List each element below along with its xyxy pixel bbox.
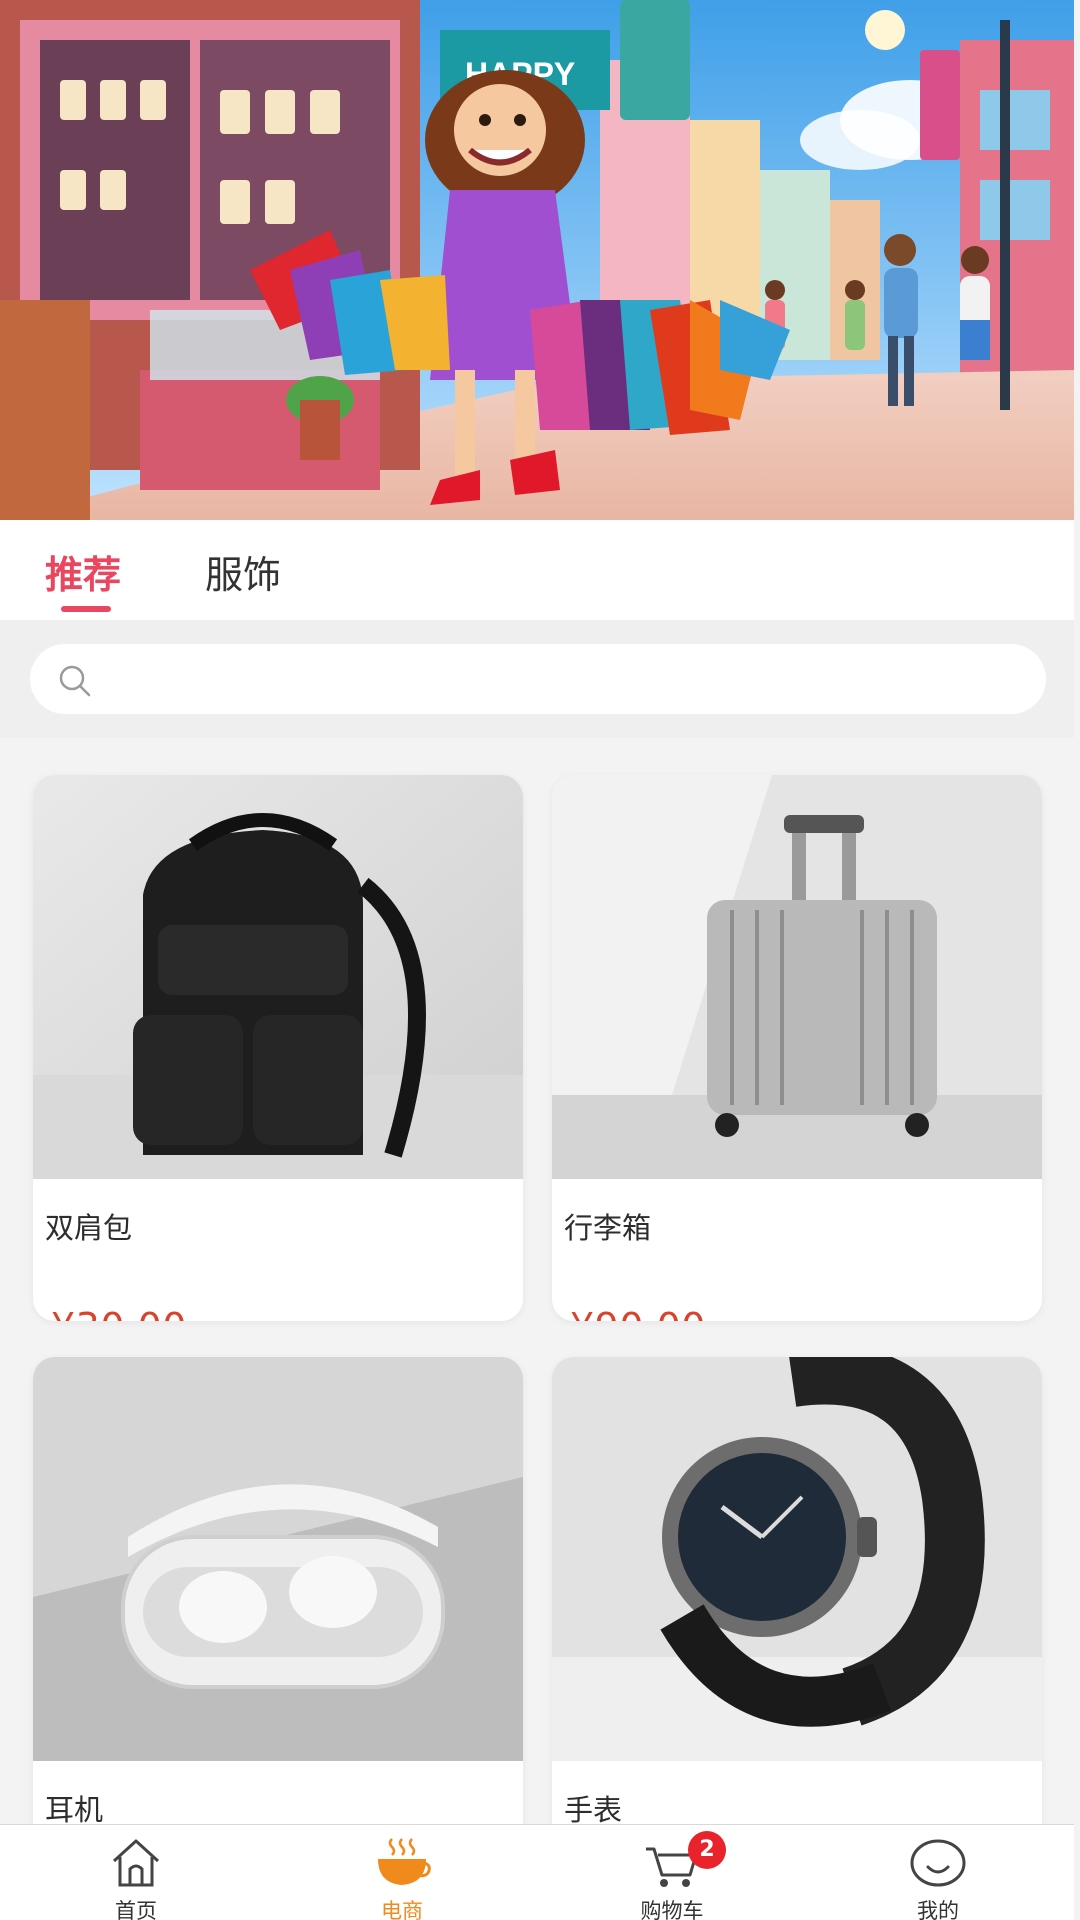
- search-box[interactable]: [30, 644, 1046, 714]
- active-tab-indicator: [61, 606, 111, 612]
- search-bar-area: [0, 620, 1074, 738]
- nav-label-home: 首页: [115, 1899, 157, 1920]
- nav-item-cart[interactable]: 2 购物车: [592, 1825, 752, 1920]
- product-name: 手表: [564, 1793, 623, 1827]
- tab-apparel-label: 服饰: [205, 553, 282, 597]
- product-name: 双肩包: [45, 1211, 133, 1245]
- tab-apparel[interactable]: 服饰: [205, 520, 281, 620]
- hero-banner[interactable]: HAPPY: [0, 0, 1074, 520]
- product-image-backpack: [33, 775, 523, 1179]
- nav-item-profile[interactable]: 我的: [858, 1825, 1018, 1920]
- tab-recommended-label: 推荐: [45, 553, 122, 597]
- coffee-cup-icon: [378, 1838, 431, 1885]
- product-card-earbuds[interactable]: 耳机: [33, 1357, 523, 1903]
- nav-item-home[interactable]: 首页: [56, 1825, 216, 1920]
- tab-recommended[interactable]: 推荐: [45, 520, 121, 620]
- product-name: 行李箱: [564, 1211, 652, 1245]
- nav-label-cart: 购物车: [640, 1899, 704, 1920]
- product-image-earbuds: [33, 1357, 523, 1761]
- nav-label-profile: 我的: [917, 1899, 959, 1920]
- home-icon: [112, 1839, 160, 1887]
- cart-badge: 2: [688, 1831, 726, 1869]
- nav-label-ecommerce: 电商: [381, 1899, 423, 1920]
- product-card-backpack[interactable]: 双肩包 ¥30.00: [33, 775, 523, 1321]
- bottom-navigation: 首页 电商 2 购物车 我的: [0, 1824, 1074, 1920]
- product-card-suitcase[interactable]: 行李箱 ¥90.00: [552, 775, 1042, 1321]
- product-price: ¥90.00: [570, 1305, 706, 1321]
- product-name: 耳机: [45, 1793, 104, 1827]
- product-card-watch[interactable]: 手表: [552, 1357, 1042, 1903]
- profile-smile-icon: [910, 1839, 966, 1887]
- nav-item-ecommerce[interactable]: 电商: [322, 1825, 482, 1920]
- search-input[interactable]: [110, 654, 1010, 704]
- search-icon: [59, 665, 91, 697]
- app-page: HAPPY: [0, 0, 1080, 1920]
- product-price: ¥30.00: [51, 1305, 187, 1321]
- product-image-suitcase: [552, 775, 1042, 1179]
- category-tabs: 推荐 服饰: [0, 520, 1074, 620]
- product-grid: 双肩包 ¥30.00: [0, 738, 1074, 1903]
- banner-illustration: HAPPY: [0, 0, 1074, 520]
- product-image-watch: [552, 1357, 1042, 1761]
